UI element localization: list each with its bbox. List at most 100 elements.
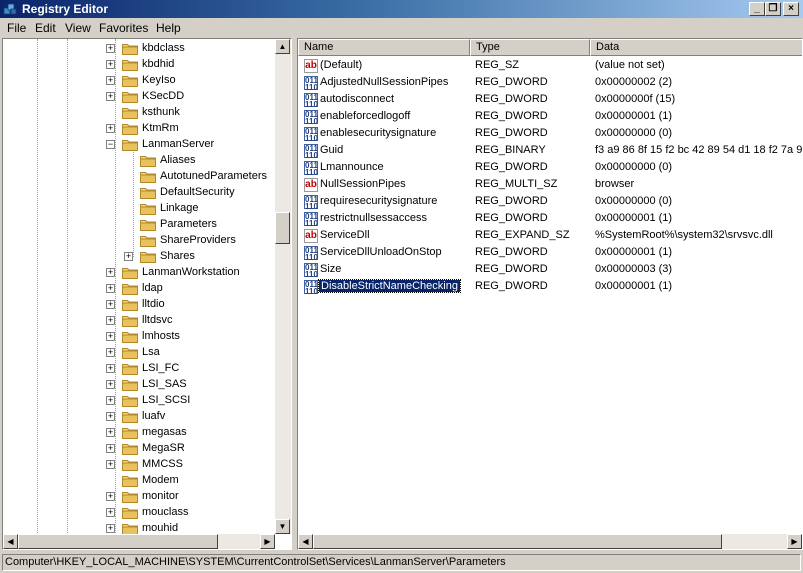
key-tree-pane[interactable]: + kbdclass + kbdhid + KeyIso + KSecDD ksthunk + Kt… [2, 38, 292, 550]
tree-item[interactable]: + KSecDD [3, 89, 273, 105]
tree-horizontal-scrollbar[interactable]: ◀ ▶ [3, 534, 275, 549]
value-row[interactable]: 011 110 restrictnullsessaccess REG_DWORD 0x0… [298, 211, 802, 228]
restore-button[interactable]: ❐ [765, 2, 781, 16]
expand-icon[interactable]: + [106, 364, 115, 373]
expand-icon[interactable]: + [106, 380, 115, 389]
tree-item[interactable]: Linkage [3, 201, 273, 217]
tree-item[interactable]: + mouclass [3, 505, 273, 521]
value-name[interactable]: NullSessionPipes [320, 178, 406, 190]
expand-icon[interactable]: + [106, 428, 115, 437]
value-row[interactable]: 011 110 DisableStrictNameChecking REG_DWORD… [298, 279, 802, 296]
list-horizontal-scrollbar[interactable]: ◀ ▶ [298, 534, 802, 549]
scroll-thumb[interactable] [18, 534, 218, 549]
value-name[interactable]: (Default) [320, 59, 362, 71]
menu-favorites[interactable]: Favorites [99, 21, 148, 35]
expand-icon[interactable]: + [106, 348, 115, 357]
tree-item[interactable]: + KeyIso [3, 73, 273, 89]
expand-icon[interactable]: + [106, 524, 115, 533]
value-name[interactable]: Guid [320, 144, 343, 156]
tree-item[interactable]: AutotunedParameters [3, 169, 273, 185]
scroll-down-arrow-icon[interactable]: ▼ [275, 519, 290, 534]
menu-edit[interactable]: Edit [35, 21, 56, 35]
expand-icon[interactable]: + [106, 284, 115, 293]
values-list-pane[interactable]: Name Type Data ab (Default) REG_SZ (value n… [297, 38, 803, 550]
value-row[interactable]: 011 110 Lmannounce REG_DWORD 0x00000000 (0) [298, 160, 802, 177]
expand-icon[interactable]: + [124, 252, 133, 261]
scroll-right-arrow-icon[interactable]: ▶ [787, 534, 802, 549]
tree-item[interactable]: DefaultSecurity [3, 185, 273, 201]
value-name[interactable]: requiresecuritysignature [320, 195, 437, 207]
value-row[interactable]: 011 110 enableforcedlogoff REG_DWORD 0x00000… [298, 109, 802, 126]
scroll-left-arrow-icon[interactable]: ◀ [298, 534, 313, 549]
value-row[interactable]: ab (Default) REG_SZ (value not set) [298, 58, 802, 75]
expand-icon[interactable]: + [106, 124, 115, 133]
expand-icon[interactable]: + [106, 92, 115, 101]
value-row[interactable]: ab ServiceDll REG_EXPAND_SZ %SystemRoot%\sy… [298, 228, 802, 245]
value-name[interactable]: Size [320, 263, 341, 275]
tree-item[interactable]: ShareProviders [3, 233, 273, 249]
tree-item[interactable]: + MMCSS [3, 457, 273, 473]
value-name[interactable]: restrictnullsessaccess [320, 212, 427, 224]
menu-view[interactable]: View [65, 21, 91, 35]
tree-item[interactable]: + kbdhid [3, 57, 273, 73]
value-row[interactable]: 011 110 ServiceDllUnloadOnStop REG_DWORD 0x0… [298, 245, 802, 262]
menu-file[interactable]: File [7, 21, 26, 35]
column-header-name[interactable]: Name [298, 39, 470, 56]
tree-item[interactable]: + kbdclass [3, 41, 273, 57]
value-row[interactable]: 011 110 autodisconnect REG_DWORD 0x0000000f … [298, 92, 802, 109]
close-button[interactable]: × [783, 2, 799, 16]
tree-item[interactable]: + Shares [3, 249, 273, 265]
expand-icon[interactable]: + [106, 508, 115, 517]
value-row[interactable]: 011 110 enablesecuritysignature REG_DWORD 0x… [298, 126, 802, 143]
expand-icon[interactable]: + [106, 332, 115, 341]
tree-item[interactable]: Aliases [3, 153, 273, 169]
tree-item[interactable]: ksthunk [3, 105, 273, 121]
tree-item[interactable]: Modem [3, 473, 273, 489]
value-row[interactable]: 011 110 Size REG_DWORD 0x00000003 (3) [298, 262, 802, 279]
column-header-data[interactable]: Data [590, 39, 802, 56]
tree-vertical-scrollbar[interactable]: ▲ ▼ [275, 39, 291, 534]
tree-item[interactable]: + LSI_SAS [3, 377, 273, 393]
tree-item[interactable]: + KtmRm [3, 121, 273, 137]
tree-item[interactable]: Parameters [3, 217, 273, 233]
column-header-type[interactable]: Type [470, 39, 590, 56]
scroll-thumb[interactable] [313, 534, 722, 549]
value-name[interactable]: ServiceDll [320, 229, 370, 241]
value-row[interactable]: 011 110 AdjustedNullSessionPipes REG_DWORD 0… [298, 75, 802, 92]
tree-item[interactable]: − LanmanServer [3, 137, 273, 153]
expand-icon[interactable]: + [106, 60, 115, 69]
tree-item[interactable]: + ldap [3, 281, 273, 297]
tree-item[interactable]: + LSI_SCSI [3, 393, 273, 409]
expand-icon[interactable]: + [106, 76, 115, 85]
tree-item[interactable]: + LanmanWorkstation [3, 265, 273, 281]
tree-item[interactable]: + lltdio [3, 297, 273, 313]
collapse-icon[interactable]: − [106, 140, 115, 149]
value-name[interactable]: enableforcedlogoff [320, 110, 410, 122]
expand-icon[interactable]: + [106, 412, 115, 421]
scroll-left-arrow-icon[interactable]: ◀ [3, 534, 18, 549]
expand-icon[interactable]: + [106, 492, 115, 501]
tree-item[interactable]: + Lsa [3, 345, 273, 361]
expand-icon[interactable]: + [106, 396, 115, 405]
tree-item[interactable]: + lmhosts [3, 329, 273, 345]
expand-icon[interactable]: + [106, 460, 115, 469]
value-name[interactable]: autodisconnect [320, 93, 394, 105]
expand-icon[interactable]: + [106, 444, 115, 453]
tree-item[interactable]: + megasas [3, 425, 273, 441]
expand-icon[interactable]: + [106, 268, 115, 277]
expand-icon[interactable]: + [106, 300, 115, 309]
value-row[interactable]: ab NullSessionPipes REG_MULTI_SZ browser [298, 177, 802, 194]
value-name[interactable]: DisableStrictNameChecking [318, 279, 461, 293]
tree-item[interactable]: + monitor [3, 489, 273, 505]
value-name[interactable]: ServiceDllUnloadOnStop [320, 246, 442, 258]
value-name[interactable]: AdjustedNullSessionPipes [320, 76, 448, 88]
tree-item[interactable]: + luafv [3, 409, 273, 425]
expand-icon[interactable]: + [106, 316, 115, 325]
expand-icon[interactable]: + [106, 44, 115, 53]
minimize-button[interactable]: _ [749, 2, 765, 16]
scroll-thumb[interactable] [275, 212, 290, 244]
scroll-right-arrow-icon[interactable]: ▶ [260, 534, 275, 549]
value-name[interactable]: Lmannounce [320, 161, 384, 173]
tree-item[interactable]: + LSI_FC [3, 361, 273, 377]
menu-help[interactable]: Help [156, 21, 181, 35]
